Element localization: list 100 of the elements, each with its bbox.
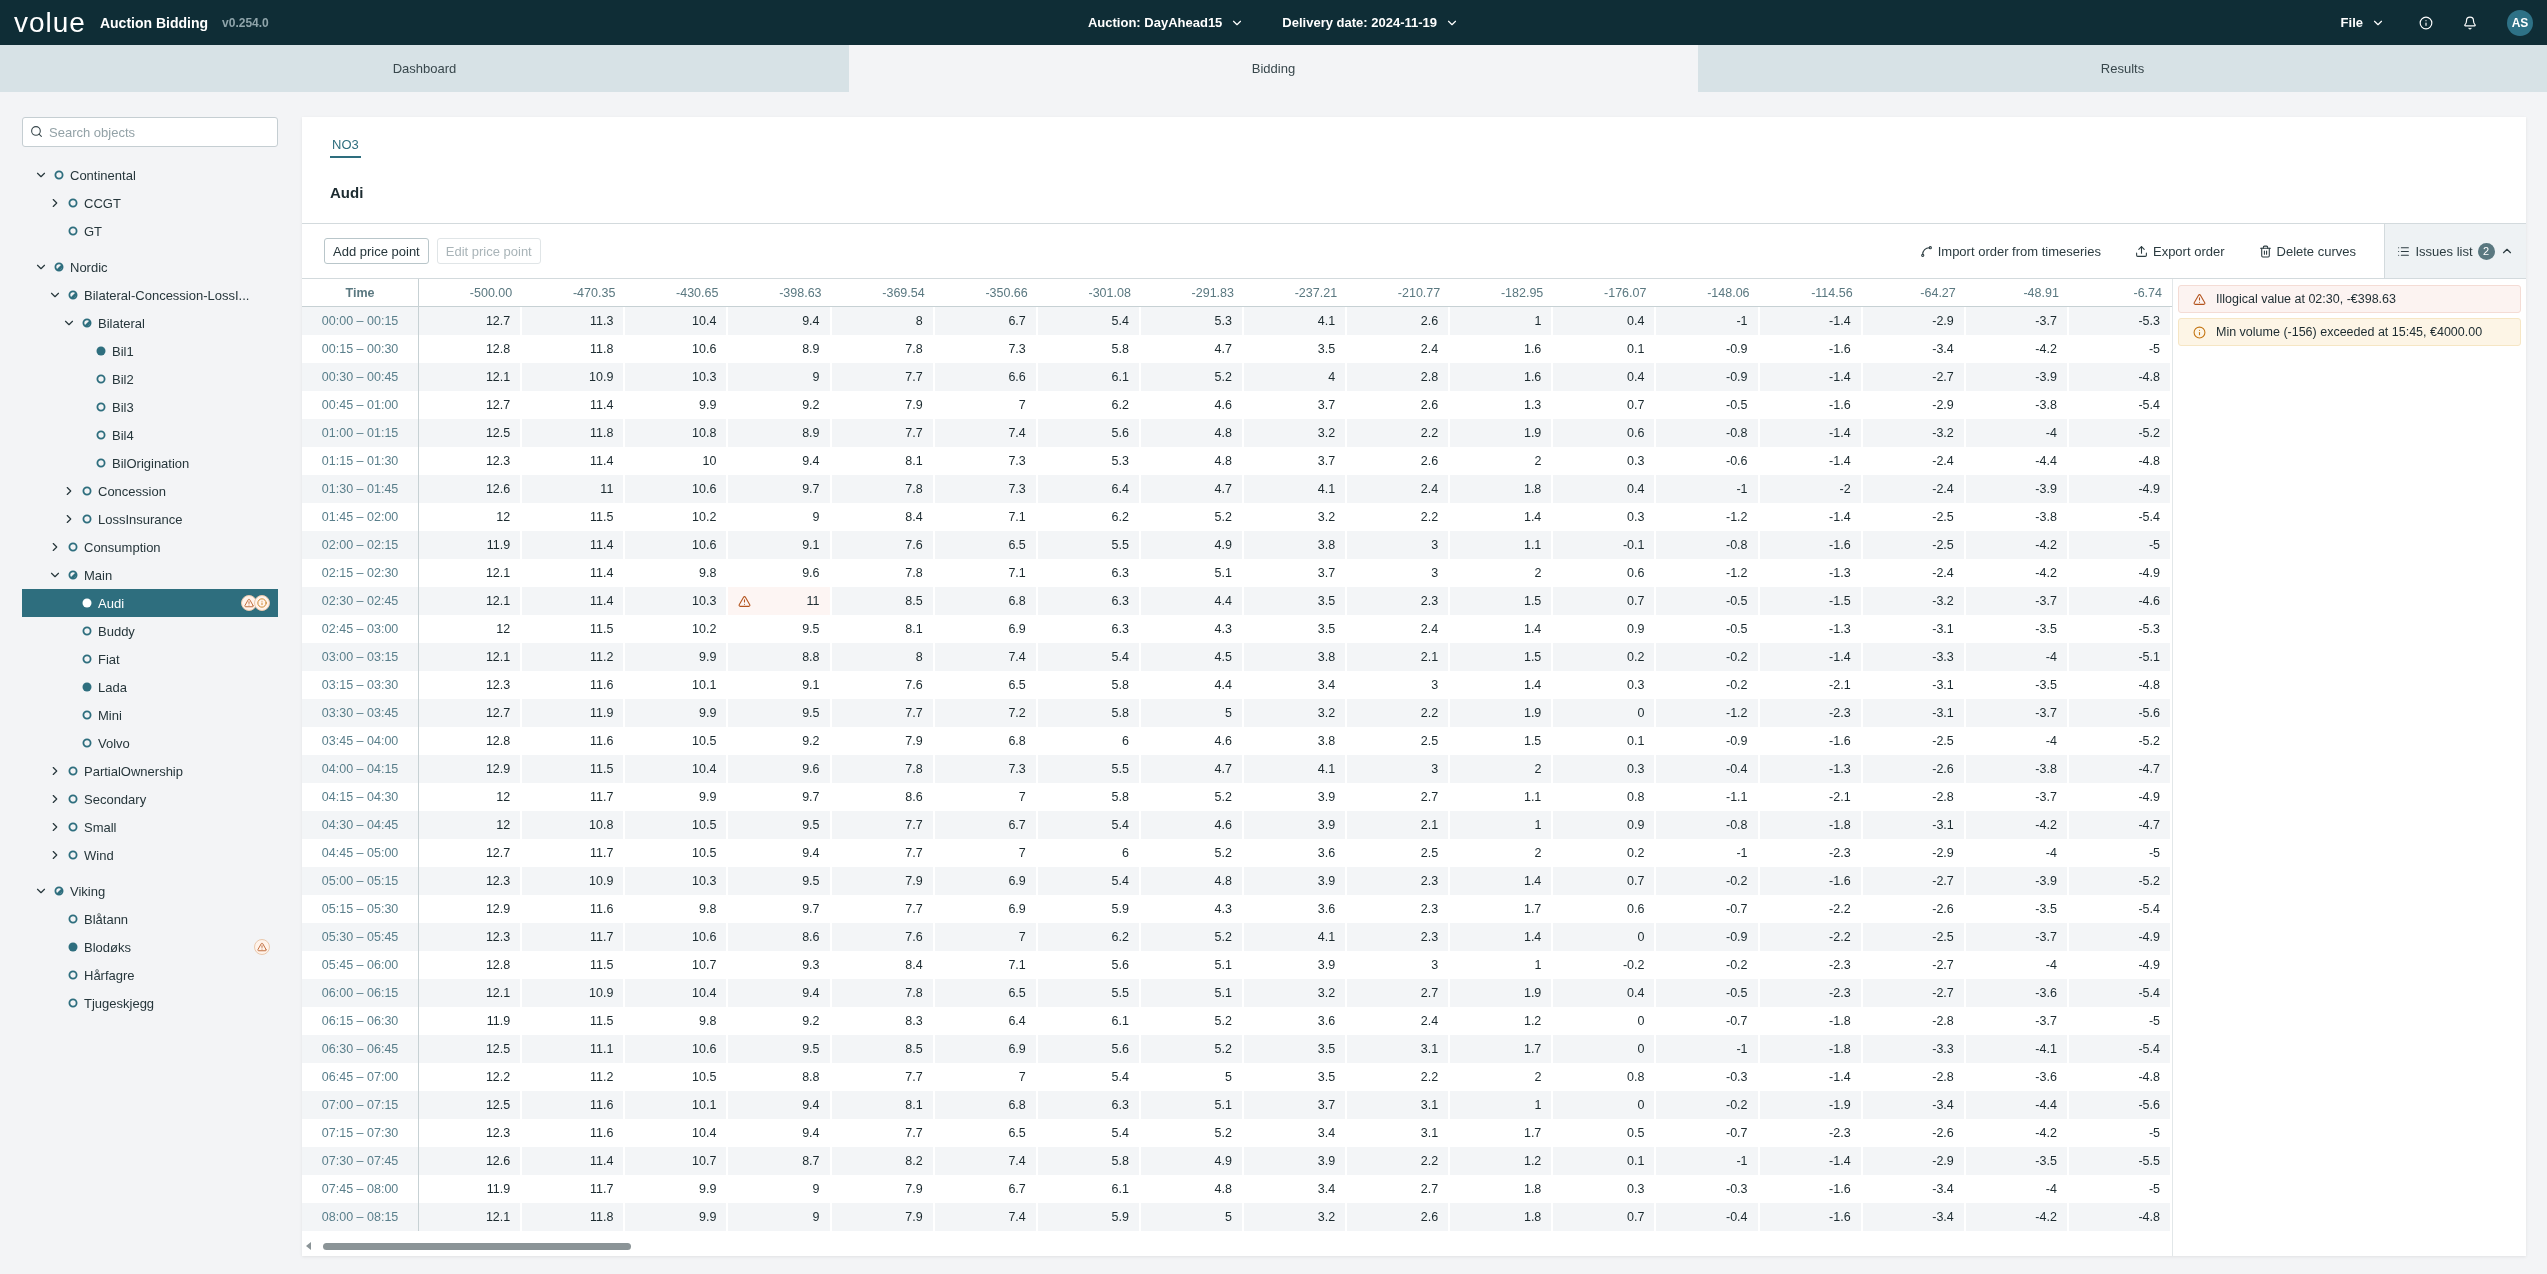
status-dot [82, 710, 92, 720]
tree-item[interactable]: Concession [22, 477, 278, 505]
warning-icon [257, 942, 267, 952]
line-chart-icon [1919, 244, 1933, 258]
info-icon [2193, 325, 2206, 339]
tree-item-label: Bil1 [112, 343, 135, 359]
tree-item-label: Concession [98, 483, 167, 499]
status-dot [96, 374, 106, 384]
tree-item[interactable]: PartialOwnership [22, 757, 278, 785]
tree-item[interactable]: Bilateral-Concession-LossI... [22, 281, 278, 309]
tree-item[interactable]: CCGT [22, 189, 278, 217]
table-cell: 5.9 [1037, 1203, 1141, 1231]
tree-item[interactable]: Volvo [22, 729, 278, 757]
tree-item[interactable]: Hårfagre [22, 961, 278, 989]
tree-item-label: Hårfagre [84, 967, 136, 983]
logo: volue [14, 6, 86, 39]
nav-tab[interactable]: Dashboard [0, 45, 849, 92]
warning-icon [2193, 292, 2206, 306]
tree-item[interactable]: Blodøks [22, 933, 278, 961]
status-dot [68, 914, 78, 924]
tree-item[interactable]: Fiat [22, 645, 278, 673]
tree-item[interactable]: Bil2 [22, 365, 278, 393]
warning-icon [244, 598, 254, 608]
tree-item-label: Mini [98, 707, 123, 723]
tree-item[interactable]: Lada [22, 673, 278, 701]
toolbar-action[interactable]: Delete curves [2252, 242, 2362, 260]
issue-item[interactable]: Min volume (-156) exceeded at 15:45, €4000.00 [2178, 318, 2521, 346]
tree-item[interactable]: Bil3 [22, 393, 278, 421]
status-dot [68, 198, 78, 208]
tree-item[interactable]: Viking [22, 877, 278, 905]
time-cell: 08:00 – 08:15 [302, 1203, 420, 1231]
table-cell: 5 [1140, 1203, 1244, 1231]
user-avatar[interactable]: AS [2507, 9, 2533, 36]
tree-item[interactable]: Secondary [22, 785, 278, 813]
toolbar-button[interactable]: Add price point [324, 238, 429, 264]
status-dot [82, 514, 92, 524]
tree-item-label: Bil3 [112, 399, 135, 415]
table-cell: 9 [728, 1203, 832, 1231]
status-dot [82, 626, 92, 636]
trash-icon [2258, 244, 2272, 258]
status-dot [82, 682, 92, 692]
tree-item-label: LossInsurance [98, 511, 184, 527]
tree-item-label: Bil2 [112, 371, 135, 387]
tree-item[interactable]: Blåtann [22, 905, 278, 933]
warning-icon [738, 594, 752, 608]
tree-item-label: Secondary [84, 791, 148, 807]
tree-item-label: Continental [70, 167, 137, 183]
area-tab[interactable]: NO3 [330, 131, 361, 158]
table-cell: -4.2 [1965, 1203, 2069, 1231]
tree-item-label: Bilateral-Concession-LossI... [84, 287, 251, 303]
table-cell: 3.2 [1244, 1203, 1348, 1231]
status-dot [68, 290, 78, 300]
tree-item[interactable]: BilOrigination [22, 449, 278, 477]
tree-item[interactable]: Main [22, 561, 278, 589]
tree-item[interactable]: Bil4 [22, 421, 278, 449]
tree-item[interactable]: Audi [22, 589, 278, 617]
tree-item[interactable]: Bilateral [22, 309, 278, 337]
upload-icon [2134, 244, 2148, 258]
tree-item-label: Tjugeskjegg [84, 995, 156, 1011]
toolbar-action[interactable]: Import order from timeseries [1913, 242, 2107, 260]
table-cell: 1.8 [1450, 1203, 1554, 1231]
tree-item[interactable]: Wind [22, 841, 278, 869]
tree-item[interactable]: Small [22, 813, 278, 841]
issue-count: 2 [2477, 242, 2495, 260]
status-dot [54, 170, 64, 180]
tree-item-label: Bilateral [98, 315, 146, 331]
status-dot [82, 738, 92, 748]
info-button[interactable] [2419, 15, 2433, 30]
tree-item-label: Viking [70, 883, 107, 899]
tree-item[interactable]: Mini [22, 701, 278, 729]
search-icon [30, 125, 43, 138]
tree-item[interactable]: LossInsurance [22, 505, 278, 533]
table-cell: 11 [728, 587, 832, 615]
toolbar-action[interactable]: Export order [2128, 242, 2231, 260]
table-cell: -1.6 [1759, 1203, 1863, 1231]
status-dot [68, 226, 78, 236]
file-menu[interactable]: File [2336, 11, 2389, 34]
header-dropdown[interactable]: Auction: DayAhead15 [1084, 11, 1249, 34]
status-dot [68, 794, 78, 804]
notifications-button[interactable] [2463, 15, 2477, 30]
tree-item[interactable]: Tjugeskjegg [22, 989, 278, 1017]
issue-item[interactable]: Illogical value at 02:30, -€398.63 [2178, 285, 2521, 313]
tree-item[interactable]: Continental [22, 161, 278, 189]
tree-item-label: Main [84, 567, 114, 583]
tree-item-label: GT [84, 223, 104, 239]
tree-item[interactable]: GT [22, 217, 278, 245]
tree-item[interactable]: Consumption [22, 533, 278, 561]
issues-list-toggle[interactable]: Issues list 2 [2384, 224, 2526, 278]
tree-item[interactable]: Nordic [22, 253, 278, 281]
table-cell: 9.9 [625, 1203, 729, 1231]
search-field[interactable]: Search objects [22, 117, 278, 147]
tree-item[interactable]: Bil1 [22, 337, 278, 365]
tree-item[interactable]: Buddy [22, 617, 278, 645]
tree-item-label: Buddy [98, 623, 136, 639]
table-cell: 2.6 [1347, 1203, 1451, 1231]
tree-item-label: Lada [98, 679, 128, 695]
status-dot [68, 998, 78, 1008]
nav-tab[interactable]: Results [1698, 45, 2547, 92]
header-dropdown[interactable]: Delivery date: 2024-11-19 [1278, 11, 1463, 34]
tree-item-label: Volvo [98, 735, 131, 751]
